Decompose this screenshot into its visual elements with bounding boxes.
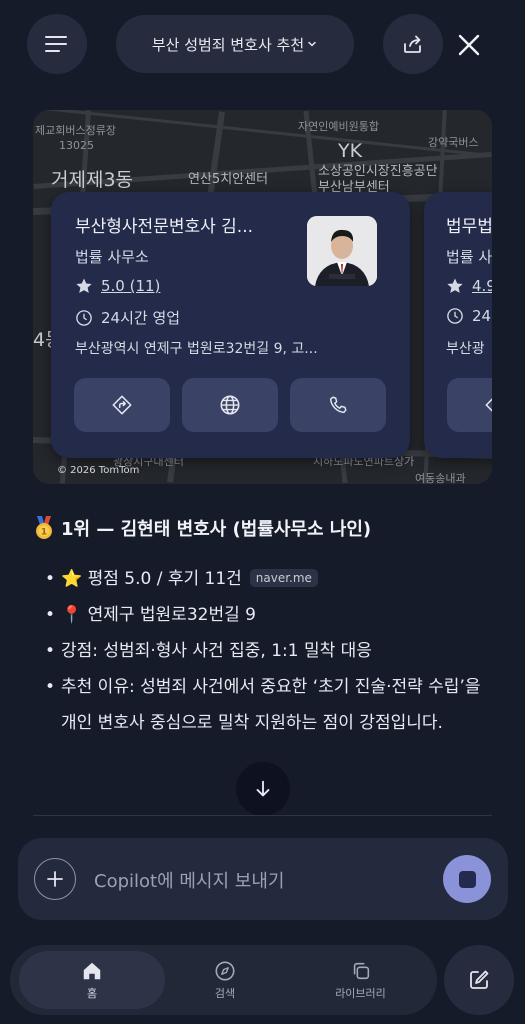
nav-library[interactable]: 라이브러리 [293, 951, 428, 1009]
stop-icon [458, 870, 476, 888]
message-input[interactable]: Copilot에 메시지 보내기 [94, 867, 284, 893]
hours-text: 24시간 영업 [101, 309, 181, 327]
map-attribution: © 2026 TomTom [57, 465, 140, 476]
stop-generating-button[interactable] [443, 855, 491, 903]
list-item: ⭐ 평점 5.0 / 후기 11건naver.me [33, 561, 493, 597]
svg-text:1: 1 [41, 528, 47, 538]
map-label: 강약국버스 [428, 136, 479, 149]
place-card[interactable]: 부산형사전문변호사 김... 법률 사무소 5.0 (11) 24시간 영업 부… [51, 192, 410, 458]
rating-value: 4.9 [472, 277, 492, 295]
plus-icon [47, 871, 63, 887]
list-item: 강점: 성범죄·형사 사건 집중, 1:1 밀착 대응 [33, 633, 493, 669]
map-label: 연산5치안센터 [188, 172, 269, 187]
directions-icon [485, 398, 492, 412]
divider [33, 815, 492, 816]
menu-button[interactable] [27, 14, 87, 74]
map-view[interactable]: 제교회버스정류장 13025 거제제3동 연산5치안센터 YK 소상공인시장진흥… [33, 110, 492, 484]
place-address: 부산광역시 연제구 법원로32번길 9, 고... [75, 341, 318, 357]
place-name: 부산형사전문변호사 김... [75, 217, 254, 237]
directions-button[interactable] [74, 378, 170, 432]
compass-icon [215, 961, 235, 980]
scroll-to-bottom-button[interactable] [236, 762, 290, 816]
rating-value: 5.0 (11) [101, 277, 161, 295]
clock-icon [447, 308, 463, 324]
conversation-title-dropdown[interactable]: 부산 성범죄 변호사 추천 [116, 15, 354, 73]
globe-icon [220, 395, 240, 415]
place-hours: 24 [446, 307, 491, 325]
directions-button[interactable] [447, 378, 492, 432]
close-icon [458, 34, 480, 56]
place-rating[interactable]: 4.9 [446, 277, 492, 295]
share-icon [404, 35, 421, 53]
lawyer-photo [307, 216, 377, 286]
list-item: 추천 이유: 성범죄 사건에서 중요한 ‘초기 진술·전략 수립’을 개인 변호… [33, 669, 493, 741]
map-label: 제교회버스정류장 [35, 124, 116, 137]
result-details-list: ⭐ 평점 5.0 / 후기 11건naver.me 📍 연제구 법원로32번길 … [33, 561, 493, 741]
place-name: 법무법 [446, 217, 492, 237]
star-icon [76, 278, 92, 293]
phone-icon [329, 396, 347, 414]
hamburger-icon [45, 36, 67, 52]
nav-search[interactable]: 검색 [160, 951, 290, 1009]
place-hours: 24시간 영업 [75, 307, 180, 328]
conversation-title: 부산 성범죄 변호사 추천 [151, 35, 305, 54]
answer-content: 1 1위 — 김현태 변호사 (법률사무소 나인) ⭐ 평점 5.0 / 후기 … [33, 515, 493, 741]
place-card[interactable]: 법무법 법률 사 4.9 24 부산광 [424, 192, 492, 458]
star-icon [447, 278, 463, 293]
map-label: 거제제3동 [51, 169, 134, 191]
map-label: 자연인예비원통합 [298, 120, 379, 133]
directions-icon [112, 395, 132, 415]
nav-home-label: 홈 [86, 986, 98, 1000]
list-item: 📍 연제구 법원로32번길 9 [33, 597, 493, 633]
compose-icon [470, 970, 489, 989]
new-chat-button[interactable] [444, 945, 514, 1015]
place-type: 법률 사 [446, 248, 492, 266]
gold-medal-icon: 1 [36, 516, 52, 539]
share-button[interactable] [383, 14, 443, 74]
close-button[interactable] [448, 24, 490, 66]
chevron-down-icon [308, 41, 316, 47]
home-icon [83, 962, 101, 979]
place-address: 부산광 [446, 341, 485, 357]
bottom-nav: 홈 검색 라이브러리 [10, 945, 437, 1015]
map-label: 13025 [59, 139, 94, 152]
clock-icon [76, 309, 92, 326]
nav-library-label: 라이브러리 [335, 986, 386, 1000]
map-label: YK [338, 140, 363, 162]
nav-search-label: 검색 [214, 986, 236, 1000]
map-label: 여동송내과 [415, 472, 466, 484]
message-composer: Copilot에 메시지 보내기 [18, 838, 508, 920]
hours-text: 24 [472, 307, 492, 325]
result-heading-text: 1위 — 김현태 변호사 (법률사무소 나인) [61, 519, 372, 540]
library-icon [353, 962, 369, 979]
nav-home[interactable]: 홈 [19, 951, 165, 1009]
place-type: 법률 사무소 [75, 248, 149, 266]
add-attachment-button[interactable] [34, 858, 76, 900]
source-chip[interactable]: naver.me [249, 569, 318, 587]
result-heading: 1 1위 — 김현태 변호사 (법률사무소 나인) [33, 515, 493, 541]
arrow-down-icon [256, 780, 270, 797]
call-button[interactable] [290, 378, 386, 432]
place-rating[interactable]: 5.0 (11) [75, 277, 160, 295]
website-button[interactable] [182, 378, 278, 432]
